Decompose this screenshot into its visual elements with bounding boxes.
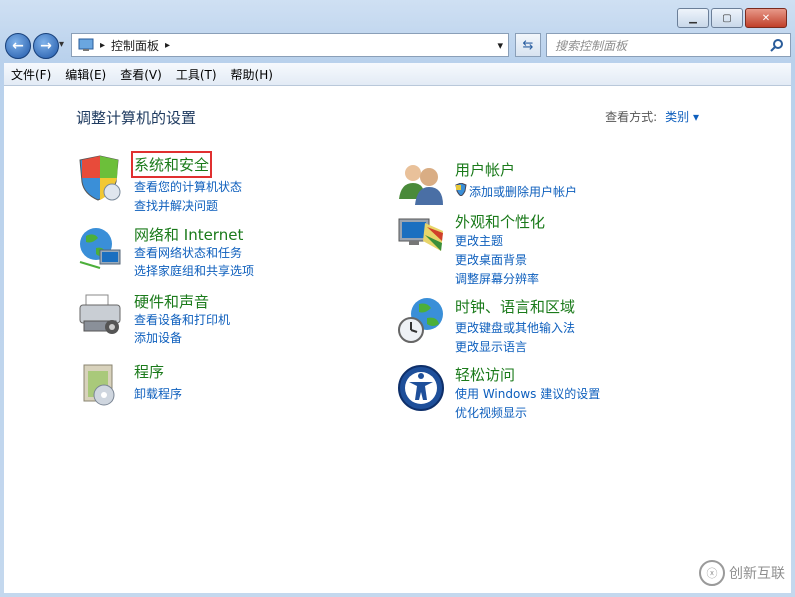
caption-buttons: ▁ ▢ ✕: [675, 8, 787, 28]
category-ease-of-access: 轻松访问 使用 Windows 建议的设置 优化视频显示: [397, 364, 697, 424]
link-screen-resolution[interactable]: 调整屏幕分辨率: [455, 270, 539, 287]
view-by: 查看方式: 类别 ▾: [605, 108, 699, 125]
link-change-display-language[interactable]: 更改显示语言: [455, 338, 527, 355]
link-windows-recommended-settings[interactable]: 使用 Windows 建议的设置: [455, 385, 600, 402]
address-bar[interactable]: ▸ 控制面板 ▸ ▾: [71, 33, 509, 57]
forward-button[interactable]: →: [33, 33, 59, 59]
view-by-label: 查看方式:: [605, 110, 658, 124]
link-view-computer-status[interactable]: 查看您的计算机状态: [134, 178, 242, 195]
watermark-logo-icon: ⓧ: [699, 560, 725, 586]
link-optimize-video-display[interactable]: 优化视频显示: [455, 404, 527, 421]
link-network-status[interactable]: 查看网络状态和任务: [134, 244, 242, 261]
menu-view[interactable]: 查看(V): [113, 66, 169, 83]
category-user-accounts: 用户帐户 添加或删除用户帐户: [397, 159, 697, 209]
search-box[interactable]: 搜索控制面板: [546, 33, 791, 57]
category-programs: 程序 卸载程序: [76, 361, 336, 421]
category-title-ease-of-access[interactable]: 轻松访问: [455, 364, 515, 385]
refresh-button[interactable]: ⇆: [515, 33, 541, 57]
view-by-dropdown[interactable]: 类别 ▾: [665, 110, 699, 124]
clock-globe-icon: [398, 298, 443, 343]
category-title-clock-language-region[interactable]: 时钟、语言和区域: [455, 296, 575, 317]
shield-icon: [79, 155, 121, 201]
category-hardware-sound: 硬件和声音 查看设备和打印机 添加设备: [76, 291, 336, 351]
control-panel-icon: [78, 38, 94, 51]
minimize-button[interactable]: ▁: [677, 8, 709, 28]
link-add-device[interactable]: 添加设备: [134, 329, 182, 346]
breadcrumb-separator: ▸: [165, 39, 171, 51]
watermark-text: 创新互联: [729, 566, 785, 582]
category-title-appearance[interactable]: 外观和个性化: [455, 211, 545, 232]
link-devices-printers[interactable]: 查看设备和打印机: [134, 311, 230, 328]
category-title-user-accounts[interactable]: 用户帐户: [455, 159, 515, 180]
menu-tools[interactable]: 工具(T): [169, 66, 224, 83]
link-change-theme[interactable]: 更改主题: [455, 232, 503, 249]
category-appearance: 外观和个性化 更改主题 更改桌面背景 调整屏幕分辨率: [397, 211, 697, 286]
back-button[interactable]: ←: [5, 33, 31, 59]
address-dropdown-button[interactable]: ▾: [497, 39, 503, 52]
category-network: 网络和 Internet 查看网络状态和任务 选择家庭组和共享选项: [76, 224, 336, 284]
category-title-programs[interactable]: 程序: [134, 361, 164, 382]
breadcrumb-separator: ▸: [100, 39, 106, 51]
page-title: 调整计算机的设置: [76, 109, 197, 127]
category-title-network[interactable]: 网络和 Internet: [134, 224, 243, 245]
link-uninstall-program[interactable]: 卸载程序: [134, 385, 182, 402]
link-change-input-method[interactable]: 更改键盘或其他输入法: [455, 319, 575, 336]
menu-edit[interactable]: 编辑(E): [58, 66, 113, 83]
network-icon: [79, 228, 121, 269]
menu-file[interactable]: 文件(F): [4, 66, 58, 83]
accessibility-icon: [398, 365, 444, 411]
maximize-button[interactable]: ▢: [711, 8, 743, 28]
menu-bar: 文件(F) 编辑(E) 查看(V) 工具(T) 帮助(H): [4, 63, 791, 86]
search-icon[interactable]: [770, 38, 784, 52]
printer-icon: [79, 294, 121, 334]
search-input[interactable]: 搜索控制面板: [555, 37, 770, 54]
breadcrumb-control-panel[interactable]: 控制面板: [111, 37, 159, 54]
navigation-bar: ← → ▾ ▸ 控制面板 ▸ ▾ ⇆ 搜索控制面板: [5, 31, 791, 59]
category-title-hardware-sound[interactable]: 硬件和声音: [134, 291, 209, 312]
menu-help[interactable]: 帮助(H): [224, 66, 280, 83]
link-add-remove-accounts[interactable]: 添加或删除用户帐户: [469, 183, 577, 200]
uac-shield-icon: [455, 183, 467, 196]
control-panel-content: 调整计算机的设置 查看方式: 类别 ▾ 系统和安全 查看您的计算机状态 查找并解决…: [4, 86, 791, 593]
close-button[interactable]: ✕: [745, 8, 787, 28]
link-homegroup-sharing[interactable]: 选择家庭组和共享选项: [134, 262, 254, 279]
link-change-background[interactable]: 更改桌面背景: [455, 251, 527, 268]
window-frame: ▁ ▢ ✕ ← → ▾ ▸ 控制面板 ▸ ▾ ⇆ 搜索控制面板 文件(F) 编辑…: [0, 0, 795, 597]
recent-pages-dropdown[interactable]: ▾: [59, 39, 64, 50]
appearance-icon: [398, 218, 443, 251]
users-icon: [399, 165, 443, 205]
link-troubleshoot[interactable]: 查找并解决问题: [134, 197, 218, 214]
category-system-security: 系统和安全 查看您的计算机状态 查找并解决问题: [76, 151, 336, 214]
program-icon: [83, 364, 115, 406]
category-clock-language-region: 时钟、语言和区域 更改键盘或其他输入法 更改显示语言: [397, 296, 697, 356]
watermark: ⓧ 创新互联: [693, 553, 791, 593]
category-title-system-security[interactable]: 系统和安全: [130, 151, 213, 178]
